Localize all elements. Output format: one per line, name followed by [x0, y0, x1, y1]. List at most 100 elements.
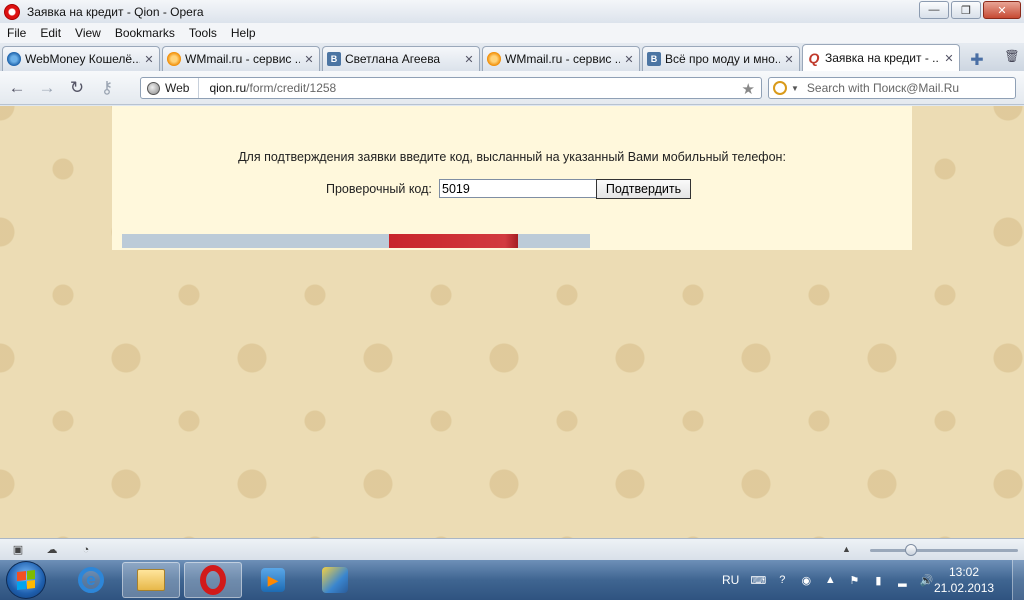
maximize-button[interactable]: ❐: [951, 1, 981, 19]
new-tab-plus-icon[interactable]: ✚: [964, 49, 990, 71]
progress-fill: [388, 234, 518, 248]
battery-icon[interactable]: ▮: [871, 573, 885, 587]
menu-bookmarks[interactable]: Bookmarks: [108, 26, 182, 40]
keyboard-icon[interactable]: ⌨: [750, 573, 766, 587]
key-icon[interactable]: ⚷: [94, 75, 120, 101]
taskbar-media-player[interactable]: ▶: [244, 562, 302, 598]
tab-label: Светлана Агеева: [345, 52, 441, 66]
window-title: Заявка на кредит - Qion - Opera: [27, 4, 204, 19]
clock-date: 21.02.2013: [934, 581, 995, 595]
windows-logo-icon: [17, 570, 35, 590]
search-engine-icon[interactable]: [773, 81, 787, 95]
tab-close-icon[interactable]: ✕: [303, 53, 315, 66]
show-desktop-button[interactable]: [1012, 560, 1024, 600]
webmoney-icon: [7, 52, 21, 66]
globe-icon: [147, 81, 160, 95]
window-controls: — ❐ ✕: [919, 1, 1021, 19]
menu-bar: File Edit View Bookmarks Tools Help: [0, 23, 1024, 43]
language-indicator[interactable]: RU: [722, 573, 739, 587]
tab-vk-fashion[interactable]: B Всё про моду и мно... ✕: [642, 46, 800, 71]
close-button[interactable]: ✕: [983, 1, 1021, 19]
back-arrow-icon[interactable]: ←: [4, 75, 30, 101]
chevron-down-icon[interactable]: ▼: [791, 84, 799, 93]
credit-form-card: Для подтверждения заявки введите код, вы…: [112, 106, 912, 250]
tab-label: WebMoney Кошелё...: [25, 52, 140, 66]
menu-tools[interactable]: Tools: [182, 26, 224, 40]
vk-icon: B: [647, 52, 661, 66]
help-icon[interactable]: ?: [775, 573, 789, 587]
start-button[interactable]: [6, 561, 46, 599]
taskbar-opera[interactable]: [184, 562, 242, 598]
tab-label: WMmail.ru - сервис ...: [185, 52, 300, 66]
zoom-slider-thumb[interactable]: [905, 544, 918, 556]
search-placeholder: Search with Поиск@Mail.Ru: [806, 81, 960, 95]
folder-icon: [137, 569, 165, 591]
web-badge[interactable]: Web: [141, 78, 200, 98]
tab-label: Всё про моду и мно...: [665, 52, 780, 66]
media-player-icon: ▶: [261, 568, 285, 592]
signal-bars-icon[interactable]: ▂: [895, 573, 909, 587]
system-clock[interactable]: 13:02 21.02.2013: [934, 564, 994, 596]
bookmark-star-icon[interactable]: ★: [742, 80, 755, 98]
vk-icon: B: [327, 52, 341, 66]
tab-wmmail-2[interactable]: WMmail.ru - сервис ... ✕: [482, 46, 640, 71]
wmmail-icon: [487, 52, 501, 66]
flag-alert-icon[interactable]: ⚑: [847, 573, 861, 587]
verification-code-input[interactable]: [439, 179, 597, 198]
speed-dial-gauge-icon[interactable]: ◔: [78, 543, 94, 557]
confirm-button[interactable]: Подтвердить: [596, 179, 691, 199]
zoom-slider[interactable]: [870, 544, 1018, 556]
menu-file[interactable]: File: [0, 26, 33, 40]
system-tray: RU ⌨ ? ◉ ▲ ⚑ ▮ ▂ 🔊: [722, 560, 943, 600]
taskbar-paint[interactable]: [306, 562, 364, 598]
address-bar[interactable]: Web qion.ru/form/credit/1258 ★: [140, 77, 762, 99]
tab-close-icon[interactable]: ✕: [943, 52, 955, 65]
progress-bar: [122, 234, 590, 248]
clock-time: 13:02: [948, 565, 980, 579]
taskbar-internet-explorer[interactable]: e: [62, 562, 120, 598]
panel-toggle-icon[interactable]: ▣: [10, 543, 26, 557]
tab-webmoney[interactable]: WebMoney Кошелё... ✕: [2, 46, 160, 71]
web-label: Web: [165, 81, 190, 95]
tab-vk-svetlana[interactable]: B Светлана Агеева ✕: [322, 46, 480, 71]
closed-tabs-trash-icon[interactable]: 🗑: [1004, 48, 1020, 64]
tab-label: Заявка на кредит - ...: [825, 51, 940, 65]
url-path: /form/credit/1258: [246, 81, 337, 95]
tray-expand-icon[interactable]: ▲: [823, 573, 837, 587]
navigation-bar: ← → ↻ ⚷ Web qion.ru/form/credit/1258 ★ ▼…: [0, 71, 1024, 105]
code-label: Проверочный код:: [326, 182, 432, 196]
tab-bar: WebMoney Кошелё... ✕ WMmail.ru - сервис …: [0, 43, 1024, 71]
opera-unite-cloud-icon[interactable]: ☁: [44, 543, 60, 557]
opera-logo-icon: [4, 3, 20, 20]
qion-icon: Q: [808, 50, 820, 66]
tab-close-icon[interactable]: ✕: [463, 53, 475, 66]
tab-qion-credit[interactable]: Q Заявка на кредит - ... ✕: [802, 44, 960, 71]
windows-taskbar: e ▶ RU ⌨ ? ◉ ▲ ⚑ ▮ ▂ 🔊 13:02 21.02.2013: [0, 560, 1024, 600]
tab-close-icon[interactable]: ✕: [623, 53, 635, 66]
forward-arrow-icon[interactable]: →: [34, 75, 60, 101]
network-status-icon[interactable]: ◉: [799, 573, 813, 587]
menu-help[interactable]: Help: [224, 26, 263, 40]
menu-view[interactable]: View: [68, 26, 108, 40]
opera-icon: [200, 565, 226, 595]
menu-edit[interactable]: Edit: [33, 26, 68, 40]
taskbar-file-explorer[interactable]: [122, 562, 180, 598]
tab-wmmail-1[interactable]: WMmail.ru - сервис ... ✕: [162, 46, 320, 71]
url-host: qion.ru: [209, 81, 247, 95]
tab-close-icon[interactable]: ✕: [783, 53, 795, 66]
page-viewport: Для подтверждения заявки введите код, вы…: [0, 106, 1024, 538]
confirmation-prompt: Для подтверждения заявки введите код, вы…: [238, 150, 786, 164]
url-text[interactable]: qion.ru/form/credit/1258: [199, 81, 336, 95]
wmmail-icon: [167, 52, 181, 66]
tab-label: WMmail.ru - сервис ...: [505, 52, 620, 66]
minimize-button[interactable]: —: [919, 1, 949, 19]
status-bar: ▣ ☁ ◔ ▲: [0, 538, 1024, 560]
tab-close-icon[interactable]: ✕: [143, 53, 155, 66]
search-field[interactable]: ▼ Search with Поиск@Mail.Ru: [768, 77, 1016, 99]
zoom-up-icon[interactable]: ▲: [842, 544, 851, 554]
internet-explorer-icon: e: [78, 567, 104, 593]
reload-icon[interactable]: ↻: [64, 75, 90, 101]
title-bar: Заявка на кредит - Qion - Opera — ❐ ✕: [0, 0, 1024, 23]
paint-icon: [322, 567, 348, 593]
volume-icon[interactable]: 🔊: [919, 573, 933, 587]
